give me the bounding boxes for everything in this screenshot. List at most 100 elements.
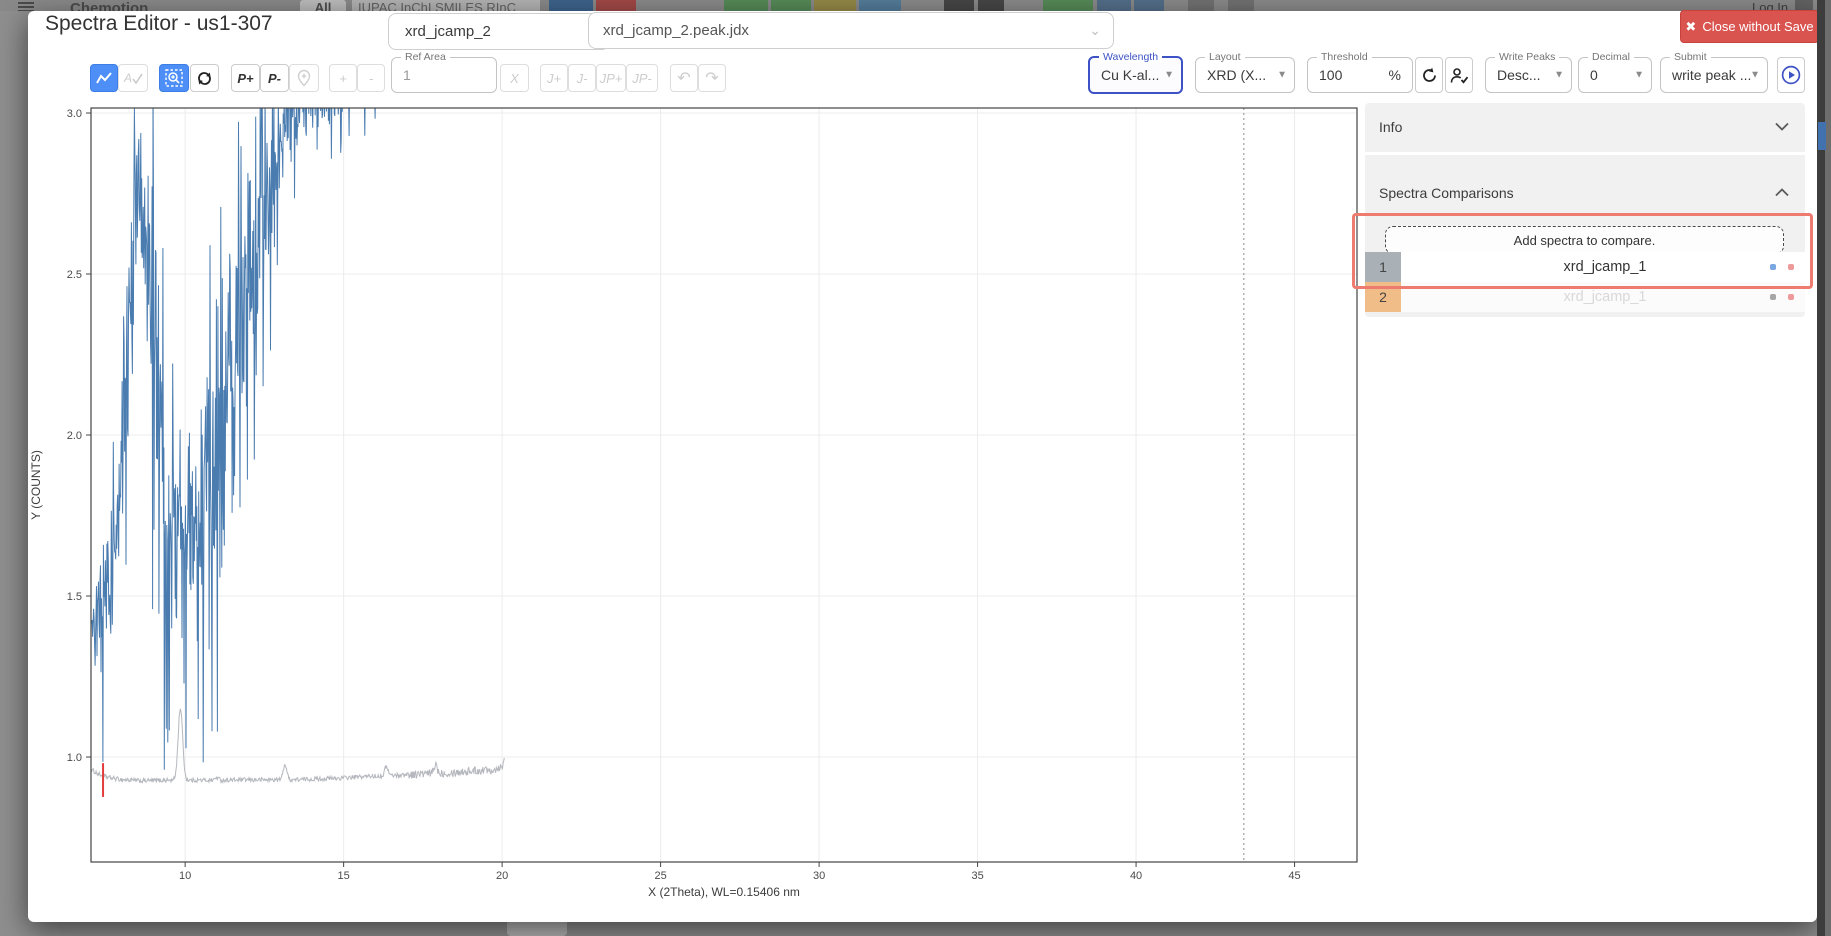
peak-add-button[interactable]: P+ — [231, 64, 260, 92]
nav-toolbar-block — [1134, 0, 1164, 11]
spectrum-file-select[interactable]: xrd_jcamp_2 ▼ — [388, 13, 610, 50]
ref-area-value: 1 — [403, 67, 411, 83]
write-peaks-select[interactable]: Write Peaks Desc... ▼ — [1485, 57, 1572, 93]
wavelength-label: Wavelength — [1099, 51, 1162, 63]
chevron-down-icon — [1775, 122, 1789, 131]
j-minus-button[interactable]: J- — [568, 64, 596, 92]
screen: { "backdrop": { "navbar": { "brand": "Ch… — [0, 0, 1831, 936]
page-title: Spectra Editor - us1-307 — [45, 12, 273, 36]
j-plus-button[interactable]: J+ — [540, 64, 568, 92]
ref-area-field[interactable]: Ref Area 1 — [391, 57, 497, 93]
a-check-icon: A — [123, 70, 143, 86]
jp-plus-button[interactable]: JP+ — [596, 64, 626, 92]
run-submit-button[interactable] — [1777, 57, 1805, 93]
svg-text:A: A — [123, 71, 132, 85]
x-tick-label: 10 — [179, 870, 191, 882]
reset-zoom-icon — [196, 70, 213, 87]
decrease-button[interactable]: - — [357, 64, 385, 92]
reset-zoom-button[interactable] — [190, 64, 219, 92]
line-chart-icon — [96, 71, 112, 85]
refresh-button[interactable] — [1415, 57, 1443, 93]
chevron-down-icon: ⌄ — [1089, 22, 1101, 39]
comparison-row[interactable]: 2 xrd_jcamp_1 — [1365, 282, 1805, 312]
refresh-icon — [1421, 67, 1438, 84]
clear-x-button[interactable]: X — [500, 64, 529, 92]
predict-button[interactable] — [1445, 57, 1473, 93]
peak-remove-button[interactable]: P- — [260, 64, 289, 92]
x-tick-label: 25 — [654, 870, 666, 882]
submit-select[interactable]: Submit write peak ... ▼ — [1660, 57, 1768, 93]
scrollbar-thumb[interactable] — [1818, 122, 1826, 150]
redo-button[interactable]: ↷ — [698, 64, 726, 92]
nav-toolbar-block — [724, 0, 768, 11]
nav-toolbar-block — [596, 0, 636, 11]
nav-all-dropdown: All — [300, 0, 346, 11]
comparison-spectrum-line — [92, 709, 505, 783]
pin-plus-icon — [296, 69, 312, 87]
wavelength-value: Cu K-al... — [1101, 67, 1159, 83]
xrd-spectrum-line — [92, 95, 385, 770]
y-tick-label: 1.0 — [67, 752, 82, 764]
layout-select[interactable]: Layout XRD (X... ▼ — [1195, 57, 1295, 93]
x-axis-label: X (2Theta), WL=0.15406 nm — [648, 885, 800, 899]
color-marker-icon[interactable] — [1769, 293, 1777, 301]
chevron-up-icon — [1775, 188, 1789, 197]
nav-toolbar-block — [814, 0, 856, 11]
redo-icon: ↷ — [705, 68, 718, 88]
nav-toolbar-block — [978, 0, 1004, 11]
x-tick-label: 45 — [1288, 870, 1300, 882]
remove-spectrum-icon[interactable] — [1787, 263, 1795, 271]
y-tick-label: 3.0 — [67, 108, 82, 120]
threshold-value: 100 — [1319, 67, 1342, 83]
write-peaks-value: Desc... — [1497, 67, 1541, 83]
chevron-down-icon: ▼ — [1164, 70, 1174, 81]
nav-toolbar-block — [944, 0, 974, 11]
line-mode-button[interactable] — [90, 64, 118, 92]
chevron-down-icon: ▼ — [1750, 70, 1760, 81]
increase-button[interactable]: + — [329, 64, 357, 92]
x-tick-label: 15 — [338, 870, 350, 882]
peak-file-combobox[interactable]: xrd_jcamp_2.peak.jdx ⌄ — [588, 12, 1114, 49]
file-select-value: xrd_jcamp_2 — [405, 23, 491, 40]
spectrum-name: xrd_jcamp_1 — [1401, 259, 1769, 275]
hamburger-icon — [18, 2, 34, 11]
chevron-down-icon: ▼ — [1554, 70, 1564, 81]
write-peaks-label: Write Peaks — [1495, 51, 1559, 63]
comparison-row[interactable]: 1 xrd_jcamp_1 — [1365, 252, 1805, 282]
comparisons-section-header[interactable]: Spectra Comparisons — [1365, 155, 1805, 205]
nav-toolbar-block — [549, 0, 593, 11]
close-without-save-button[interactable]: ✖ Close without Save — [1680, 10, 1819, 43]
decimal-select[interactable]: Decimal 0 ▼ — [1578, 57, 1652, 93]
anchor-point-button[interactable] — [289, 64, 319, 92]
remove-spectrum-icon[interactable] — [1787, 293, 1795, 301]
spectrum-plot-area[interactable]: 10152025303540451.01.52.02.53.0X (2Theta… — [30, 95, 1375, 915]
x-tick-label: 35 — [971, 870, 983, 882]
nav-toolbar-block — [1228, 0, 1254, 11]
submit-label: Submit — [1670, 51, 1711, 63]
spectrum-chart-svg: 10152025303540451.01.52.02.53.0X (2Theta… — [30, 95, 1375, 915]
spectrum-name: xrd_jcamp_1 — [1401, 289, 1769, 305]
zoom-in-icon — [165, 69, 183, 87]
layout-value: XRD (X... — [1207, 67, 1266, 83]
submit-value: write peak ... — [1672, 67, 1751, 83]
color-marker-icon[interactable] — [1769, 263, 1777, 271]
nav-toolbar-block — [1043, 0, 1093, 11]
wavelength-select[interactable]: Wavelength Cu K-al... ▼ — [1088, 56, 1183, 94]
auto-assign-button[interactable]: A — [118, 64, 148, 92]
zoom-select-button[interactable] — [159, 64, 189, 92]
layout-label: Layout — [1205, 51, 1245, 63]
close-icon: ✖ — [1685, 19, 1696, 35]
nav-toolbar-block — [1097, 0, 1131, 11]
peak-file-value: xrd_jcamp_2.peak.jdx — [603, 22, 749, 39]
undo-button[interactable]: ↶ — [670, 64, 698, 92]
info-section-header[interactable]: Info — [1365, 103, 1805, 153]
add-spectra-button[interactable]: Add spectra to compare. — [1385, 226, 1784, 254]
nav-toolbar-block — [771, 0, 811, 11]
background-element — [507, 922, 567, 936]
x-tick-label: 20 — [496, 870, 508, 882]
jp-minus-button[interactable]: JP- — [626, 64, 658, 92]
y-tick-label: 1.5 — [67, 591, 82, 603]
ref-area-label: Ref Area — [401, 51, 450, 63]
chevron-down-icon: ▼ — [1634, 70, 1644, 81]
threshold-field[interactable]: Threshold 100 % — [1307, 57, 1413, 93]
